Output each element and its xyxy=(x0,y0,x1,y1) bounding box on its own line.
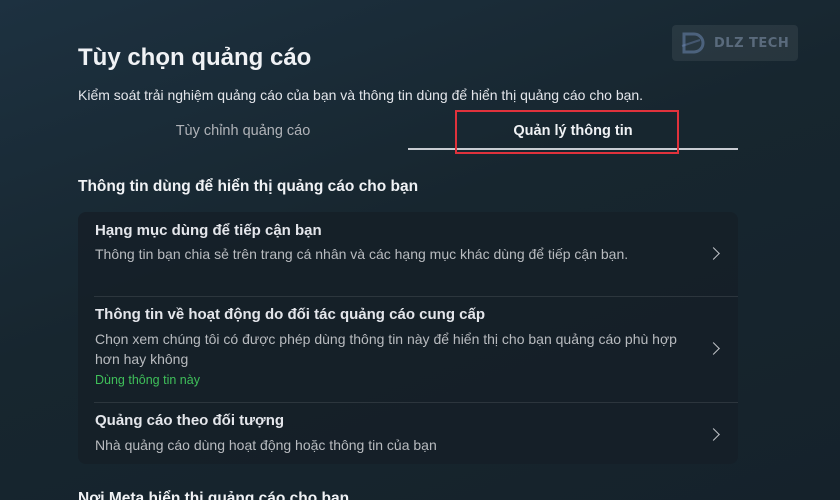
watermark-logo: DLZ TECH xyxy=(672,25,798,61)
status-text: Dùng thông tin này xyxy=(95,373,200,387)
list-item-title: Quảng cáo theo đối tượng xyxy=(95,412,285,429)
page-subtitle: Kiểm soát trải nghiệm quảng cáo của bạn … xyxy=(78,87,644,103)
list-item-title: Thông tin về hoạt động do đối tác quảng … xyxy=(95,306,485,323)
chevron-right-icon xyxy=(707,342,720,355)
section-heading: Thông tin dùng để hiển thị quảng cáo cho… xyxy=(78,178,419,195)
list-item-description: Nhà quảng cáo dùng hoạt động hoặc thông … xyxy=(95,437,437,453)
next-section-heading: Nơi Meta hiển thị quảng cáo cho bạn xyxy=(78,490,350,500)
settings-card: Hạng mục dùng để tiếp cận bạn Thông tin … xyxy=(78,212,738,464)
list-item-description: Chọn xem chúng tôi có được phép dùng thô… xyxy=(95,331,677,367)
list-item-description: Thông tin bạn chia sẻ trên trang cá nhân… xyxy=(95,246,629,262)
dlz-logo-icon xyxy=(680,30,708,56)
list-item-targeting-categories[interactable]: Hạng mục dùng để tiếp cận bạn Thông tin … xyxy=(78,212,738,296)
watermark-text: DLZ TECH xyxy=(714,35,790,51)
chevron-right-icon xyxy=(707,428,720,441)
chevron-right-icon xyxy=(707,247,720,260)
tab-customize-ads[interactable]: Tùy chỉnh quảng cáo xyxy=(78,112,408,150)
list-item-title: Hạng mục dùng để tiếp cận bạn xyxy=(95,222,322,239)
page-title: Tùy chọn quảng cáo xyxy=(78,44,312,71)
list-item-partner-activity[interactable]: Thông tin về hoạt động do đối tác quảng … xyxy=(78,296,738,402)
highlight-annotation-box xyxy=(455,110,679,154)
list-item-audience-ads[interactable]: Quảng cáo theo đối tượng Nhà quảng cáo d… xyxy=(78,402,738,464)
